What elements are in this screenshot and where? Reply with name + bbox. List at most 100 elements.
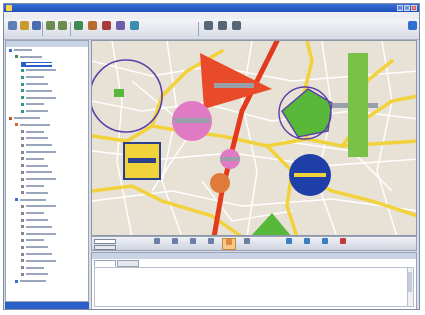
close-button[interactable]: x: [411, 5, 417, 11]
map-toolbar: [91, 236, 417, 251]
tree-node[interactable]: [21, 191, 48, 196]
tree-node[interactable]: [15, 279, 46, 284]
filter-tool-button[interactable]: [116, 21, 125, 36]
print-tool-button[interactable]: [218, 21, 227, 36]
layer-icon: [21, 238, 24, 242]
properties-button[interactable]: [94, 245, 116, 250]
tree-node[interactable]: [21, 232, 56, 237]
tree-node[interactable]: [21, 272, 48, 277]
tree-node[interactable]: [21, 136, 48, 141]
tree-node[interactable]: [21, 238, 44, 243]
tree-node[interactable]: [21, 96, 56, 101]
layer-tool-button[interactable]: [88, 21, 97, 36]
main-toolbar: [4, 19, 419, 40]
layer-icon: [21, 211, 24, 215]
tree-node[interactable]: [21, 266, 44, 271]
tree-node-text-placeholder: [26, 178, 56, 181]
tree-node[interactable]: [21, 89, 52, 94]
map-view[interactable]: [91, 40, 417, 236]
tree-node[interactable]: [9, 48, 32, 53]
map-canvas[interactable]: [92, 41, 417, 236]
tree-node[interactable]: [9, 116, 40, 121]
locate-icon: [322, 238, 328, 244]
measure-button[interactable]: [282, 238, 296, 250]
tree-node[interactable]: [21, 143, 52, 148]
tree-node-text-placeholder: [26, 144, 52, 147]
tree-node[interactable]: [21, 109, 48, 114]
zoom-in-button[interactable]: [168, 238, 182, 250]
layer-icon: [21, 75, 24, 79]
tree-node[interactable]: [15, 123, 50, 128]
layer-icon: [21, 225, 24, 229]
zoom-select[interactable]: [94, 239, 116, 244]
tree-node-text-placeholder: [14, 117, 40, 119]
vertical-scrollbar[interactable]: [407, 268, 413, 306]
route-tool-button[interactable]: [102, 21, 111, 36]
bottom-tab[interactable]: [117, 260, 139, 267]
layer-icon: [21, 272, 24, 276]
tree-node-text-placeholder: [26, 83, 48, 85]
toolbar-separator: [42, 22, 43, 36]
tree-node[interactable]: [21, 184, 44, 189]
layer-panel-footer[interactable]: [5, 302, 89, 309]
minimize-button[interactable]: _: [397, 5, 403, 11]
layer-icon: [21, 157, 24, 161]
select-button[interactable]: [240, 238, 254, 250]
open-tool-button[interactable]: [20, 21, 29, 36]
user-tool-button[interactable]: [204, 21, 213, 36]
export-button[interactable]: [336, 238, 350, 250]
application-window: _ □ x: [3, 3, 420, 310]
map-tool-button[interactable]: [74, 21, 83, 36]
tree-node[interactable]: [21, 130, 44, 135]
tree-node[interactable]: [21, 252, 52, 257]
tree-node[interactable]: [15, 55, 42, 60]
zoom-out-button[interactable]: [186, 238, 200, 250]
tree-node[interactable]: [21, 164, 48, 169]
help-tool-button[interactable]: [408, 21, 417, 36]
route-tool-button[interactable]: [300, 238, 314, 250]
maximize-button[interactable]: □: [404, 5, 410, 11]
layer-icon: [21, 136, 24, 140]
tree-node[interactable]: [21, 218, 48, 223]
tree-node[interactable]: [21, 82, 48, 87]
tree-node[interactable]: [21, 177, 56, 182]
tree-node[interactable]: [21, 225, 52, 230]
tree-node[interactable]: [21, 204, 56, 209]
map-label-bar: [214, 83, 254, 88]
help-icon: [408, 21, 417, 30]
chart-tool-button[interactable]: [130, 21, 139, 36]
tree-node[interactable]: [21, 75, 44, 80]
tree-node[interactable]: [21, 157, 44, 162]
new-tool-button[interactable]: [8, 21, 17, 36]
extent-button[interactable]: [204, 238, 218, 250]
tree-node[interactable]: [21, 259, 56, 264]
tree-node[interactable]: [21, 61, 52, 67]
bottom-tab[interactable]: [94, 260, 116, 267]
extent-icon: [208, 238, 214, 244]
locate-button[interactable]: [318, 238, 332, 250]
tree-node[interactable]: [21, 211, 44, 216]
undo-tool-button[interactable]: [46, 21, 55, 36]
tree-node-text-placeholder: [26, 89, 52, 92]
tree-node[interactable]: [21, 170, 52, 175]
map-label-bar: [294, 173, 326, 177]
layer-icon: [21, 266, 24, 270]
select-icon: [244, 238, 250, 244]
tree-node[interactable]: [15, 198, 46, 203]
save-tool-button[interactable]: [32, 21, 41, 36]
layer-tree-header: [6, 41, 88, 47]
tree-node[interactable]: [21, 102, 44, 107]
zoom-in-icon: [172, 238, 178, 244]
tree-node[interactable]: [21, 245, 48, 250]
scrollbar-thumb[interactable]: [408, 272, 412, 292]
layer-tree-panel: [5, 40, 89, 302]
tree-node[interactable]: [21, 150, 56, 155]
redo-tool-button[interactable]: [58, 21, 67, 36]
layer-icon: [21, 177, 24, 181]
pan-button[interactable]: [150, 238, 164, 250]
bottom-panel: [91, 252, 417, 309]
tree-node[interactable]: [21, 68, 56, 73]
highlight-button[interactable]: [222, 238, 236, 250]
settings-tool-button[interactable]: [232, 21, 241, 36]
layer-icon: [21, 82, 24, 86]
